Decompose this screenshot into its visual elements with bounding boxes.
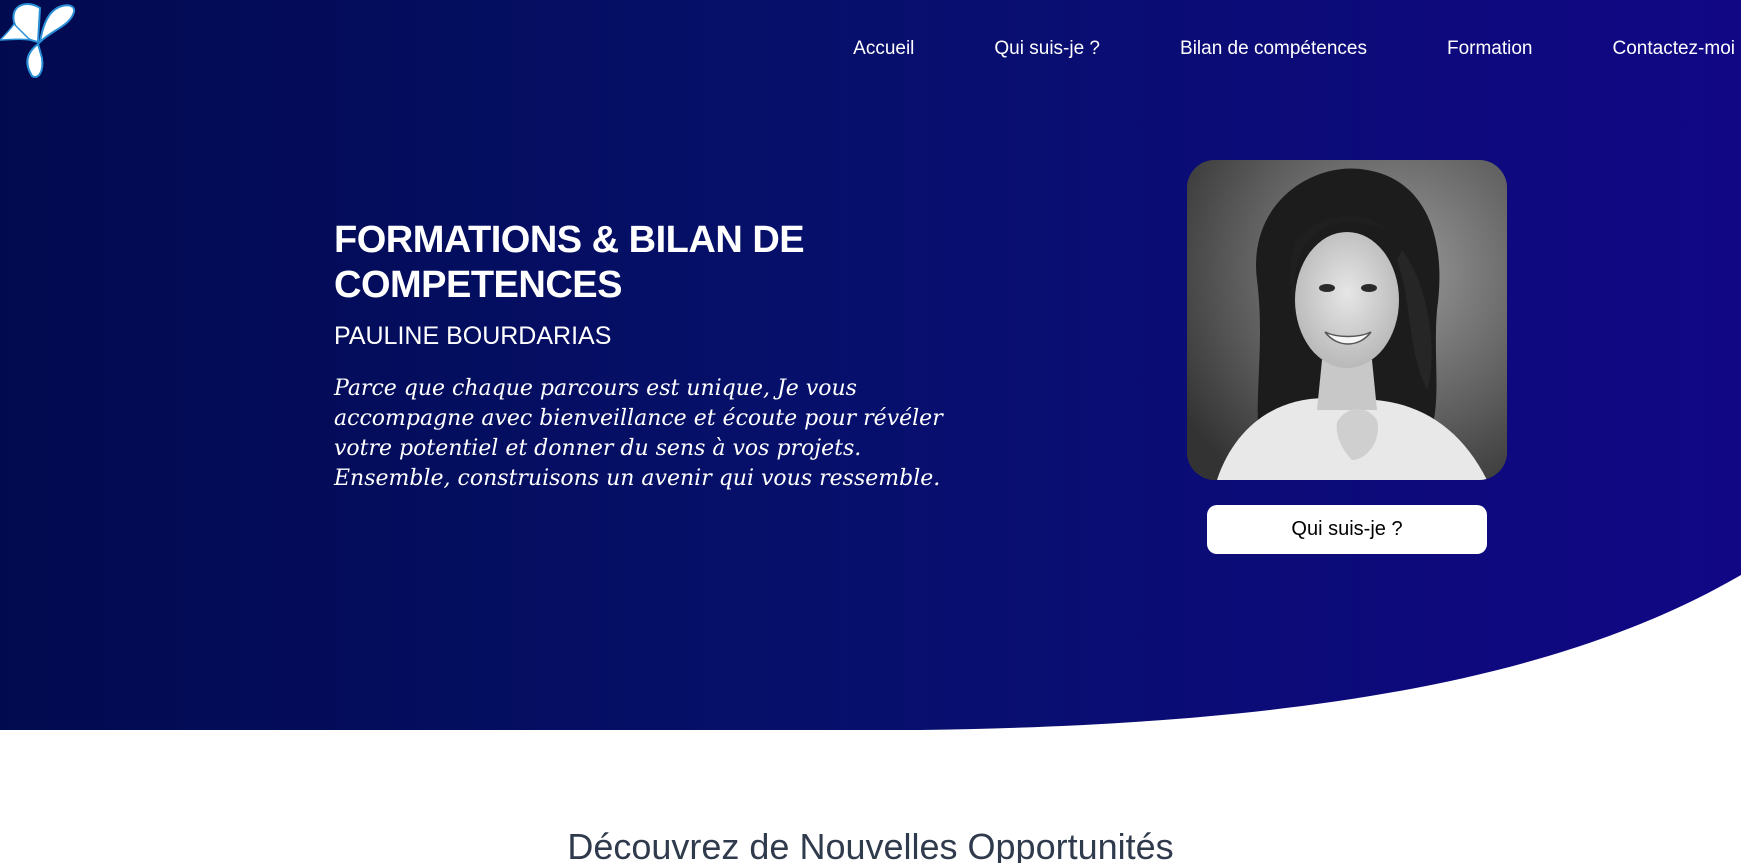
butterfly-logo[interactable] [0, 0, 80, 80]
portrait-photo [1187, 160, 1507, 480]
hero-description: Parce que chaque parcours est unique, Je… [334, 376, 943, 491]
nav-item-bilan-de-competences[interactable]: Bilan de compétences [1140, 38, 1407, 60]
hero-section: Accueil Qui suis-je ? Bilan de compétenc… [0, 0, 1741, 730]
main-nav: Accueil Qui suis-je ? Bilan de compétenc… [813, 38, 1735, 60]
nav-item-contactez-moi[interactable]: Contactez-moi [1573, 38, 1736, 60]
hero-title: FORMATIONS & BILAN DE COMPETENCES [334, 219, 805, 306]
nav-item-formation[interactable]: Formation [1407, 38, 1573, 60]
nav-item-accueil[interactable]: Accueil [813, 38, 954, 60]
qui-suis-je-button[interactable]: Qui suis-je ? [1207, 505, 1487, 554]
nav-item-qui-suis-je[interactable]: Qui suis-je ? [954, 38, 1140, 60]
section-heading: Découvrez de Nouvelles Opportunités [567, 826, 1174, 863]
hero-subtitle: PAULINE BOURDARIAS [334, 322, 612, 350]
page: Accueil Qui suis-je ? Bilan de compétenc… [0, 0, 1741, 863]
